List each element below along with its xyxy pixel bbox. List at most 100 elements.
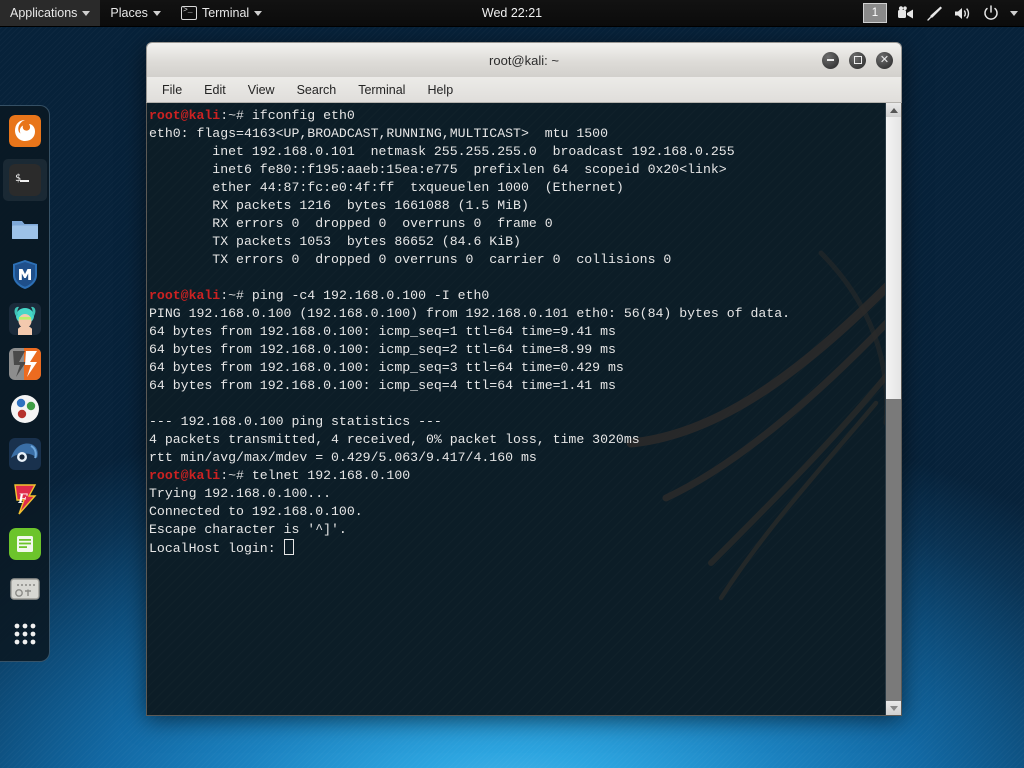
menu-terminal[interactable]: Terminal — [355, 81, 408, 99]
scrollbar-track[interactable] — [886, 399, 901, 701]
svg-text:$: $ — [15, 173, 21, 184]
chevron-down-icon — [254, 10, 263, 16]
terminal-prompt-line: root@kali:~# ifconfig eth0 — [149, 107, 885, 125]
dock-item-files[interactable] — [8, 212, 42, 246]
terminal-command: telnet 192.168.0.100 — [251, 468, 411, 483]
terminal-command: ifconfig eth0 — [251, 108, 355, 123]
places-menu[interactable]: Places — [100, 0, 171, 26]
close-button[interactable]: ✕ — [876, 51, 893, 69]
video-camera-icon[interactable] — [898, 6, 916, 20]
dock-item-maltego[interactable] — [8, 437, 42, 471]
text-editor-icon — [8, 528, 41, 560]
prompt-user: root@kali — [149, 468, 221, 483]
terminal-output-text: LocalHost login: — [149, 541, 284, 556]
svg-text:F: F — [17, 491, 28, 507]
terminal-icon: $ — [8, 164, 41, 196]
places-menu-label: Places — [110, 6, 148, 20]
dock-item-terminal[interactable]: $ — [2, 159, 47, 201]
desktop: Applications Places Terminal Wed 22:21 1 — [0, 0, 1024, 768]
menu-search[interactable]: Search — [294, 81, 340, 99]
terminal-output-line: PING 192.168.0.100 (192.168.0.100) from … — [149, 306, 791, 321]
terminal-login-line: LocalHost login: — [149, 539, 885, 557]
scrollbar-thumb[interactable] — [886, 117, 901, 399]
prompt-path: :~# — [220, 468, 252, 483]
chevron-down-icon — [152, 10, 161, 16]
window-title: root@kali: ~ — [489, 52, 559, 68]
window-titlebar[interactable]: root@kali: ~ ✕ — [146, 42, 902, 77]
chevron-down-icon[interactable] — [1010, 10, 1018, 16]
terminal-command: ping -c4 192.168.0.100 -I eth0 — [251, 288, 490, 303]
menu-help[interactable]: Help — [424, 81, 456, 99]
terminal-output-line: Escape character is '^]'. — [149, 522, 347, 537]
dock-item-text-editor[interactable] — [8, 527, 42, 561]
power-icon[interactable] — [983, 5, 999, 21]
workspace-switcher[interactable]: 1 — [863, 3, 887, 23]
volume-icon[interactable] — [954, 6, 972, 21]
terminal-output[interactable]: root@kali:~# ifconfig eth0 eth0: flags=41… — [147, 103, 885, 715]
minimize-button[interactable] — [822, 51, 839, 69]
terminal-output-line: inet6 fe80::f195:aaeb:15ea:e775 prefixle… — [149, 162, 727, 177]
prompt-user: root@kali — [149, 288, 221, 303]
terminal-output-line: rtt min/avg/max/mdev = 0.429/5.063/9.417… — [149, 450, 537, 465]
maximize-button[interactable] — [849, 51, 866, 69]
terminal-output-line: --- 192.168.0.100 ping statistics --- — [149, 414, 442, 429]
beef-icon — [10, 395, 39, 423]
faraday-icon: F — [13, 484, 37, 515]
firefox-icon — [8, 115, 41, 147]
maximize-icon — [853, 56, 862, 64]
prompt-user: root@kali — [149, 108, 221, 123]
menu-view[interactable]: View — [245, 81, 278, 99]
prompt-path: :~# — [220, 288, 252, 303]
dock-item-beef[interactable] — [8, 392, 42, 426]
terminal-output-line: 4 packets transmitted, 4 received, 0% pa… — [149, 432, 640, 447]
menubar: File Edit View Search Terminal Help — [146, 77, 902, 103]
terminal-cursor — [283, 539, 294, 555]
workspace-number: 1 — [871, 7, 879, 19]
applications-menu[interactable]: Applications — [0, 0, 101, 26]
dock-item-cherrytree[interactable] — [8, 572, 42, 606]
terminal-output-line: inet 192.168.0.101 netmask 255.255.255.0… — [149, 144, 735, 159]
triangle-up-icon — [889, 107, 898, 113]
terminal-output-line: TX errors 0 dropped 0 overruns 0 carrier… — [149, 252, 672, 267]
terminal-icon — [180, 4, 197, 20]
triangle-down-icon — [889, 705, 898, 711]
terminal-output-line: RX packets 1216 bytes 1661088 (1.5 MiB) — [149, 198, 529, 213]
terminal-output-line: TX packets 1053 bytes 86652 (84.6 KiB) — [149, 234, 521, 249]
terminal-output-line: 64 bytes from 192.168.0.100: icmp_seq=3 … — [149, 360, 624, 375]
burpsuite-icon — [8, 348, 41, 380]
dock-item-armitage[interactable] — [8, 302, 42, 336]
terminal-prompt-line: root@kali:~# ping -c4 192.168.0.100 -I e… — [149, 287, 885, 305]
chevron-down-icon — [82, 10, 91, 16]
scroll-up-button[interactable] — [886, 103, 901, 117]
dock-item-metasploit[interactable] — [8, 257, 42, 291]
pen-icon[interactable] — [927, 5, 943, 21]
terminal-window-menu-label: Terminal — [201, 6, 250, 20]
menu-file[interactable]: File — [159, 81, 185, 99]
scroll-down-button[interactable] — [886, 701, 901, 715]
window-controls: ✕ — [822, 51, 893, 69]
menu-edit[interactable]: Edit — [201, 81, 229, 99]
files-icon — [11, 221, 38, 239]
cherrytree-icon — [9, 578, 40, 600]
terminal-output-line: RX errors 0 dropped 0 overruns 0 frame 0 — [149, 216, 553, 231]
dock-item-burpsuite[interactable] — [8, 347, 42, 381]
terminal-output-line: ether 44:87:fc:e0:4f:ff txqueuelen 1000 … — [149, 180, 624, 195]
system-tray: 1 — [863, 0, 1018, 26]
terminal-output-line: Trying 192.168.0.100... — [149, 486, 332, 501]
terminal-output-line: 64 bytes from 192.168.0.100: icmp_seq=2 … — [149, 342, 616, 357]
prompt-path: :~# — [220, 108, 252, 123]
terminal-scrollbar[interactable] — [885, 103, 901, 715]
armitage-icon — [8, 303, 41, 335]
dock-item-faraday[interactable]: F — [8, 482, 42, 516]
terminal-output-line: eth0: flags=4163<UP,BROADCAST,RUNNING,MU… — [149, 126, 608, 141]
close-icon: ✕ — [879, 53, 890, 66]
show-applications-icon — [14, 623, 35, 645]
dock-item-show-applications[interactable] — [8, 617, 42, 651]
dock-item-firefox[interactable] — [8, 114, 42, 148]
terminal-body[interactable]: root@kali:~# ifconfig eth0 eth0: flags=41… — [146, 103, 902, 716]
application-dock: $ F — [0, 105, 50, 662]
terminal-output-line: 64 bytes from 192.168.0.100: icmp_seq=1 … — [149, 324, 616, 339]
terminal-window-menu[interactable]: Terminal — [171, 0, 272, 26]
terminal-prompt-line: root@kali:~# telnet 192.168.0.100 — [149, 467, 885, 485]
